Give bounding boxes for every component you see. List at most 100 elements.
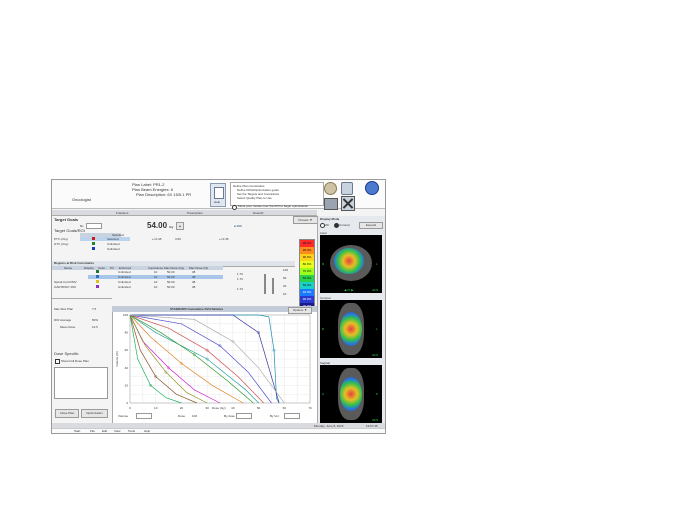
- dose-scale: 98.4% 95.0% 90.0% 80.0% 70.0% 60.0% 50.0% 40.0%…: [299, 239, 315, 311]
- dose-list-box[interactable]: [54, 367, 108, 399]
- x-tick-label: 0: [129, 406, 131, 410]
- target-value: 3.00: [175, 237, 181, 241]
- by-vol-label: By Vol: [270, 414, 279, 418]
- y-tick-label: 20: [125, 383, 129, 387]
- target-spinner[interactable]: ▲: [176, 222, 184, 230]
- orientation-right: P: [376, 392, 379, 396]
- orientation-tag: HFS: [372, 353, 378, 357]
- print-icon[interactable]: [324, 198, 338, 210]
- app-window: Plan Label: PR1-2 Plan Beam Energies: 6 …: [51, 179, 386, 434]
- risk-row[interactable]: Spinal Cord PRV Unlimited 10 50.00 38: [52, 280, 222, 284]
- target-color-swatch: [92, 242, 95, 245]
- risk-row-max: 50.00: [167, 285, 175, 289]
- risk-side-value: 50: [283, 276, 287, 280]
- risk-row-status: Unlimited: [118, 275, 131, 279]
- show-full-dose-label: Show Full Dose Plan: [61, 359, 89, 363]
- ct-view-sagittal[interactable]: A P HFS: [320, 365, 382, 423]
- close-plan-button[interactable]: Close Plan: [55, 409, 79, 418]
- view-2d-label: 2D: [325, 223, 329, 227]
- target-dose-value: 54.00 Gy: [147, 221, 174, 230]
- dose-scale-level: 90.0%: [300, 254, 314, 261]
- x-tick-label: 30: [205, 406, 209, 410]
- risk-slider[interactable]: [264, 274, 266, 294]
- taskbar-item[interactable]: View: [114, 429, 120, 433]
- risk-row-pct: 38: [192, 285, 196, 289]
- target-row-status: Unlimited: [107, 247, 120, 251]
- dose-field-label: Dose: [178, 414, 186, 418]
- document-icon: [214, 187, 224, 199]
- oncologist-label: Oncologist: [72, 197, 91, 202]
- refresh-icon[interactable]: [365, 181, 379, 195]
- taskbar-item[interactable]: File: [90, 429, 95, 433]
- risk-mid-value: 1.73: [237, 272, 243, 276]
- optimization-button[interactable]: Optimization: [81, 409, 108, 418]
- by-dose-field[interactable]: [236, 413, 252, 419]
- show-full-dose-checkbox[interactable]: [55, 359, 60, 364]
- dvh-chart-title: STANDARD Cumulative DVH Relative: [170, 307, 224, 311]
- gear-icon[interactable]: [324, 182, 337, 195]
- optimization-radio-label: Move your mouse over the ROI to begin op…: [238, 204, 309, 208]
- risk-row-importance: 10: [154, 285, 158, 289]
- taskbar-item[interactable]: Start: [74, 429, 80, 433]
- risk-row-importance: 10: [154, 275, 158, 279]
- target-color-swatch: [92, 247, 95, 250]
- volume-field[interactable]: [136, 413, 152, 419]
- taskbar-item[interactable]: Edit: [102, 429, 107, 433]
- field-row: [52, 210, 317, 216]
- info-line: Select Quality Plan to Use: [237, 196, 272, 200]
- risk-color-swatch: [96, 280, 99, 283]
- risk-row-name: Spinal Cord PRV: [54, 280, 77, 284]
- risk-section-title: Regions at Risk Constraints: [54, 261, 95, 265]
- dose-per-fraction-label: Dose/Fr: [253, 211, 264, 215]
- tools-icon[interactable]: [341, 196, 355, 211]
- dvh-chart[interactable]: 0 10 20 30 40 50 60 70 0 20 40 60 80 100 Volume (%): [114, 313, 314, 411]
- taskbar-item[interactable]: Tools: [128, 429, 135, 433]
- taskbar-item[interactable]: Help: [144, 429, 150, 433]
- dose-specific-label: Dose Specific: [54, 351, 79, 356]
- dose-field-value: 100: [192, 414, 198, 418]
- orientation-right: L: [376, 327, 378, 331]
- volume-field-label: Volume: [118, 414, 129, 418]
- risk-row-max: 50.00: [167, 270, 175, 274]
- display-mode-title: Display Mode: [320, 217, 340, 221]
- left-panel-divider: [52, 298, 112, 299]
- risk-side-value: 10: [283, 292, 287, 296]
- risk-row[interactable]: Unlimited 10 50.00 38: [52, 270, 222, 274]
- ct-view-coronal[interactable]: R L HFS: [320, 300, 382, 358]
- risk-color-swatch: [96, 275, 99, 278]
- target-section-title: Target Goals: [54, 217, 79, 222]
- risk-slider[interactable]: [272, 278, 274, 294]
- x-tick-label: 40: [231, 406, 235, 410]
- dose-scale-level: 80.0%: [300, 261, 314, 268]
- risk-mid-value: 1.73: [237, 277, 243, 281]
- by-vol-field[interactable]: [284, 413, 300, 419]
- roi-average-label: ROI Average: [54, 318, 72, 322]
- dose-wash: [340, 312, 362, 346]
- risk-row-status: Unlimited: [118, 285, 131, 289]
- orientation-tag: HFS: [372, 418, 378, 422]
- lock-icon[interactable]: [341, 182, 353, 195]
- risk-row-importance: 10: [154, 280, 158, 284]
- plan-description: Plan Description: 6X 15/5.1 PR: [136, 192, 192, 197]
- info-box: Define Plan Constraints Define ROIs/Opti…: [230, 182, 324, 206]
- target-row-status: Selected: [107, 237, 119, 241]
- target-dose-input[interactable]: [86, 223, 102, 229]
- dose-scale-level: 40.0%: [300, 289, 314, 296]
- prescription-label: Prescription: [187, 211, 203, 215]
- risk-row-name: OAR BODY ROI: [54, 285, 76, 289]
- target-row-status: Unlimited: [107, 242, 120, 246]
- risk-row[interactable]: OAR BODY ROI Unlimited 10 50.00 38: [52, 285, 222, 289]
- risk-row-max: 50.00: [167, 280, 175, 284]
- risk-row-max: 50.00: [167, 275, 175, 279]
- expand-button[interactable]: Expand: [359, 222, 383, 229]
- by-dose-label: By dose: [224, 414, 235, 418]
- help-button[interactable]: Help: [210, 183, 226, 207]
- presets-button[interactable]: Presets ▼: [293, 216, 318, 224]
- x-tick-label: 50: [257, 406, 261, 410]
- orientation-tag: HFS: [372, 288, 378, 292]
- risk-row[interactable]: Unlimited 10 50.00 38: [52, 275, 222, 279]
- target-value: +/-0.45: [219, 237, 229, 241]
- risk-row-status: Unlimited: [118, 270, 131, 274]
- ct-view-axial[interactable]: R L HFS ◀ 27 ▶: [320, 235, 382, 293]
- risk-row-pct: 38: [192, 280, 196, 284]
